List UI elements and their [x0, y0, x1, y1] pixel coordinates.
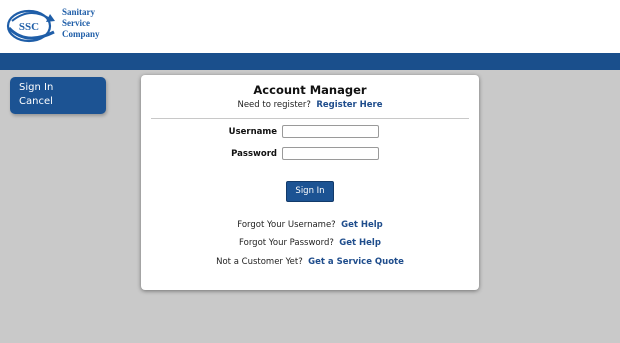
sidebar-item-sign-in[interactable]: Sign In [10, 81, 106, 95]
header-band [0, 53, 620, 70]
forgot-password-help-link[interactable]: Get Help [339, 238, 381, 248]
sign-in-button[interactable]: Sign In [286, 181, 334, 202]
logo-initials: SSC [19, 21, 39, 33]
register-row: Need to register? Register Here [141, 99, 479, 111]
company-logo[interactable]: SSC Sanitary Service Company [6, 2, 104, 50]
username-input[interactable] [282, 125, 379, 138]
password-label: Password [231, 149, 277, 159]
password-input[interactable] [282, 147, 379, 160]
register-link[interactable]: Register Here [316, 100, 382, 110]
forgot-username-text: Forgot Your Username? [237, 220, 336, 230]
logo-line-2: Service [62, 18, 90, 28]
register-prompt: Need to register? [237, 100, 311, 110]
logo-line-1: Sanitary [62, 7, 96, 17]
not-customer-text: Not a Customer Yet? [216, 257, 303, 267]
forgot-password-text: Forgot Your Password? [239, 238, 334, 248]
forgot-username-row: Forgot Your Username? Get Help [141, 219, 479, 231]
panel-title: Account Manager [253, 83, 367, 97]
account-manager-panel: Account Manager Need to register? Regist… [141, 75, 479, 290]
sidebar-item-cancel[interactable]: Cancel [10, 95, 106, 109]
service-quote-row: Not a Customer Yet? Get a Service Quote [141, 256, 479, 268]
logo-line-3: Company [62, 29, 100, 39]
forgot-password-row: Forgot Your Password? Get Help [141, 237, 479, 249]
divider [151, 118, 469, 119]
forgot-username-help-link[interactable]: Get Help [341, 220, 383, 230]
service-quote-link[interactable]: Get a Service Quote [308, 257, 404, 267]
side-menu: Sign In Cancel [10, 77, 106, 114]
ssc-logo-icon: SSC Sanitary Service Company [6, 7, 100, 43]
username-label: Username [228, 127, 277, 137]
header: SSC Sanitary Service Company [0, 0, 620, 53]
